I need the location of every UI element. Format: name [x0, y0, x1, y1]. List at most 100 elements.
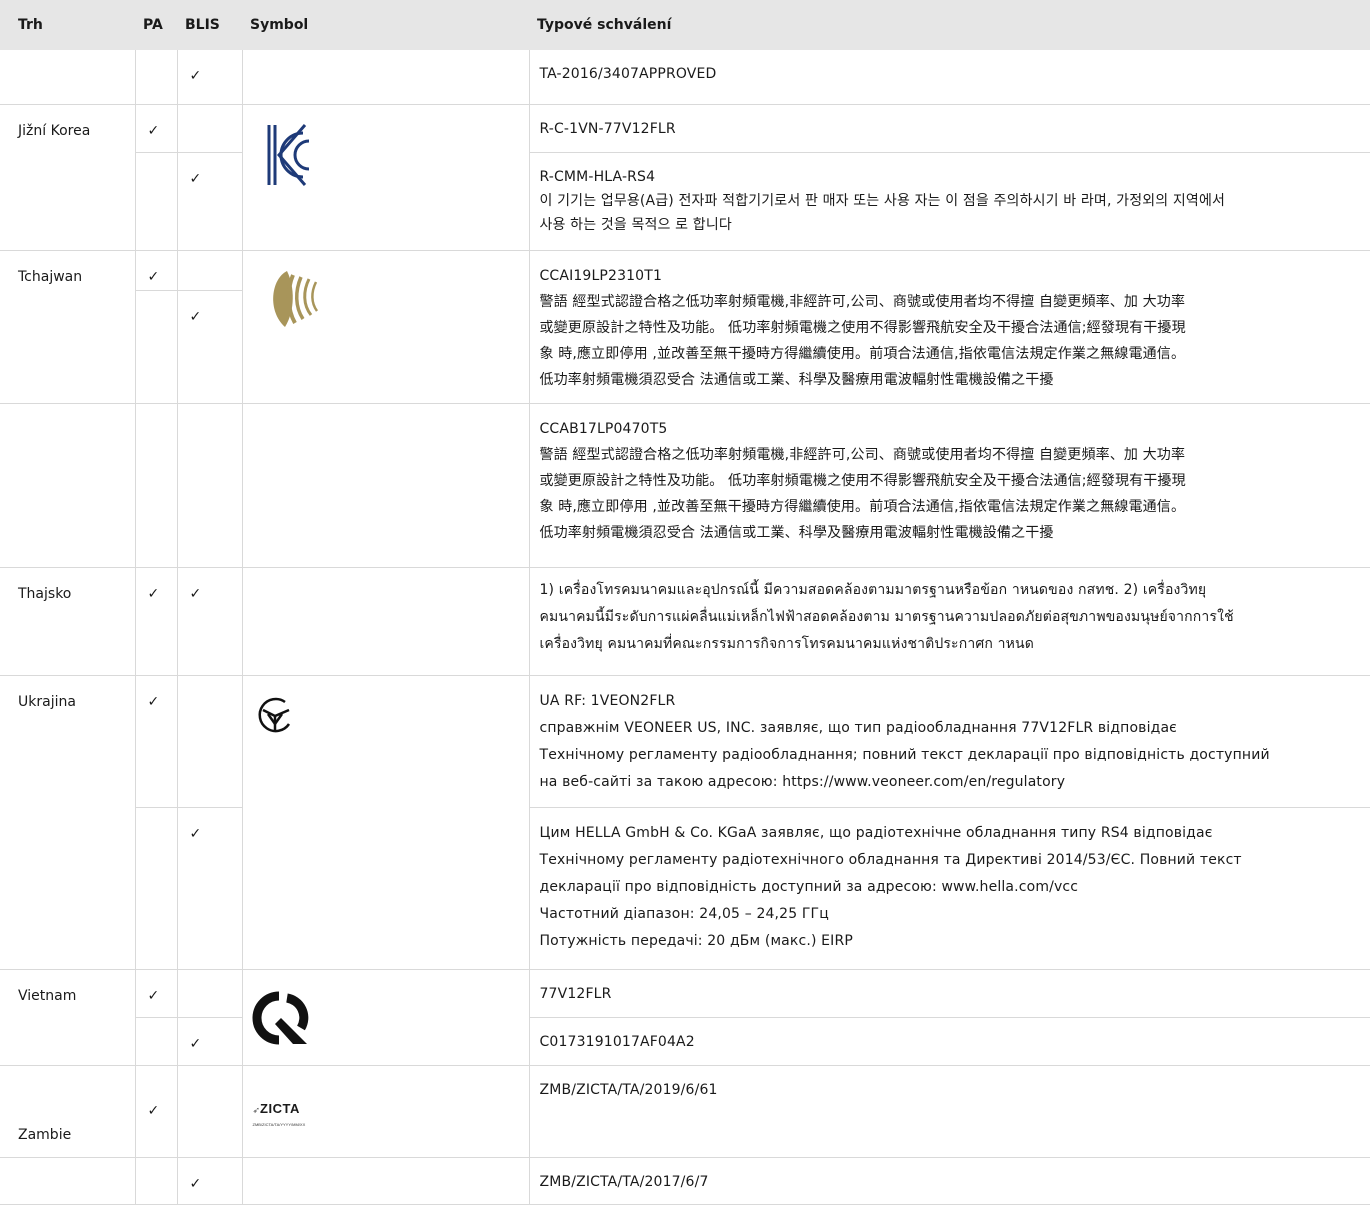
approval-text: 警語 經型式認證合格之低功率射頻電機,非經許可,公司、商號或使用者均不得擅 自變…	[539, 293, 1186, 310]
table-row: ✓ Цим HELLA GmbH & Co. KGaA заявляє, що …	[0, 806, 1370, 970]
approval-text: декларації про відповідність доступний з…	[539, 878, 1079, 895]
vietnam-cr-mark-icon	[252, 991, 308, 1044]
table-row: Jižní Korea ✓ R-C-1VN-77V12FLR	[0, 103, 1370, 251]
symbol-cell	[241, 566, 530, 676]
table-row: Tchajwan ✓ CCAI19LP2310T1 警語 經型式認證合格之低功率…	[0, 249, 1370, 404]
approval-number: CCAI19LP2310T1	[539, 267, 663, 284]
pa-cell	[134, 1156, 178, 1205]
pa-cell: ✓	[134, 103, 178, 153]
check-mark: ✓	[147, 1103, 160, 1119]
market-cell	[0, 1156, 136, 1205]
approval-text: 低功率射頻電機須忍受合 法通信或工業、科學及醫療用電波輻射性電機設備之干擾	[539, 524, 1054, 541]
approval-number: C0173191017AF04A2	[539, 1033, 695, 1050]
blis-cell	[176, 402, 243, 568]
header-symbol: Symbol	[242, 0, 529, 50]
approval-text: справжнім VEONEER US, INC. заявляє, що т…	[539, 719, 1178, 736]
zicta-logo-text: ZICTA	[260, 1100, 300, 1116]
blis-cell	[176, 103, 243, 153]
pa-cell: ✓	[134, 674, 178, 808]
market-cell: Thajsko	[0, 566, 136, 676]
approval-text: 或變更原設計之特性及功能。 低功率射頻電機之使用不得影響飛航安全及干擾合法通信;…	[539, 319, 1186, 336]
approval-cell: CCAB17LP0470T5 警語 經型式認證合格之低功率射頻電機,非經許可,公…	[528, 402, 1370, 568]
symbol-cell	[241, 674, 530, 970]
pa-cell	[135, 1016, 178, 1066]
pa-cell: ✓	[134, 249, 178, 292]
market-cell: Ukrajina	[0, 674, 136, 970]
blis-cell	[176, 674, 243, 808]
approval-cell: ZMB/ZICTA/TA/2017/6/7	[528, 1156, 1370, 1205]
blis-cell: ✓	[176, 566, 243, 676]
approval-number: 77V12FLR	[539, 985, 612, 1002]
pa-cell	[134, 50, 178, 105]
taiwan-ncc-mark-icon	[272, 270, 318, 327]
approval-cell: Цим HELLA GmbH & Co. KGaA заявляє, що ра…	[528, 806, 1370, 970]
approval-text: 사용 하는 것을 목적으 로 합니다	[539, 216, 732, 233]
pa-cell: ✓	[134, 968, 178, 1018]
market-cell: Tchajwan	[0, 249, 136, 404]
symbol-cell	[241, 103, 530, 251]
market-cell: Zambie	[0, 1064, 136, 1158]
market-label: Zambie	[18, 1126, 72, 1143]
approval-text: Частотний діапазон: 24,05 – 24,25 ГГц	[539, 905, 829, 922]
blis-cell	[176, 1064, 243, 1158]
symbol-cell	[241, 968, 530, 1066]
market-cell: Jižní Korea	[0, 103, 136, 251]
approval-number: UA RF: 1VEON2FLR	[539, 692, 676, 709]
approval-cell: 77V12FLR	[528, 968, 1370, 1018]
table-row: Vietnam ✓ 77V12FLR	[0, 968, 1370, 1066]
blis-cell: ✓	[176, 806, 243, 970]
table-row: Ukrajina ✓ UA RF: 1VEON2FLR справжнім VE…	[0, 674, 1370, 970]
zicta-logo: ➶ZICTA ZMB/ZICTA/TA/YYYY/MM/XX	[253, 1096, 306, 1127]
header-blis: BLIS	[177, 0, 242, 50]
header-approval: Typové schválení	[529, 0, 1370, 50]
market-cell	[0, 402, 136, 568]
table-header-row: Trh PA BLIS Symbol Typové schválení	[0, 0, 1370, 50]
kc-mark-icon	[267, 123, 309, 186]
pa-cell	[135, 290, 178, 404]
pa-cell	[134, 402, 178, 568]
approval-number: CCAB17LP0470T5	[539, 420, 668, 437]
symbol-cell	[241, 1156, 530, 1205]
approval-number: TA-2016/3407APPROVED	[539, 66, 717, 82]
symbol-cell	[241, 249, 530, 404]
table-row: ✓ ZMB/ZICTA/TA/2017/6/7	[0, 1156, 1370, 1205]
table-row: ✓ TA-2016/3407APPROVED	[0, 50, 1370, 105]
approval-cell: R-CMM-HLA-RS4 이 기기는 업무용(A급) 전자파 적합기기로서 판…	[528, 151, 1370, 251]
approval-text: 이 기기는 업무용(A급) 전자파 적합기기로서 판 매자 또는 사용 자는 이…	[539, 192, 1226, 209]
market-cell	[0, 50, 136, 105]
table-row: CCAB17LP0470T5 警語 經型式認證合格之低功率射頻電機,非經許可,公…	[0, 402, 1370, 568]
approval-text: Цим HELLA GmbH & Co. KGaA заявляє, що ра…	[539, 824, 1213, 841]
approval-text: 警語 經型式認證合格之低功率射頻電機,非經許可,公司、商號或使用者均不得擅 自變…	[539, 446, 1186, 463]
approval-number: R-CMM-HLA-RS4	[539, 168, 656, 185]
market-cell: Vietnam	[0, 968, 136, 1066]
approval-text: เครื่องวิทยุ คมนาคมที่คณะกรรมการกิจการโท…	[539, 635, 1034, 652]
blis-cell	[176, 968, 243, 1018]
approval-text: Технічному регламенту радіотехнічного об…	[539, 851, 1242, 868]
approval-text: 或變更原設計之特性及功能。 低功率射頻電機之使用不得影響飛航安全及干擾合法通信;…	[539, 472, 1186, 489]
approval-cell: R-C-1VN-77V12FLR	[528, 103, 1370, 153]
blis-cell: ✓	[176, 1156, 243, 1205]
blis-cell	[176, 249, 243, 292]
approval-text: 象 時,應立即停用 ,並改善至無干擾時方得繼續使用。前項合法通信,指依電信法規定…	[539, 345, 1186, 362]
approval-text: 象 時,應立即停用 ,並改善至無干擾時方得繼續使用。前項合法通信,指依電信法規定…	[539, 498, 1186, 515]
approval-text: คมนาคมนี้มีระดับการแผ่คลื่นแม่เหล็กไฟฟ้า…	[539, 608, 1234, 625]
blis-cell: ✓	[176, 151, 243, 251]
approval-number: ZMB/ZICTA/TA/2017/6/7	[539, 1173, 709, 1190]
blis-cell: ✓	[176, 290, 243, 404]
approval-cell: UA RF: 1VEON2FLR справжнім VEONEER US, I…	[528, 674, 1370, 808]
approval-text: 低功率射頻電機須忍受合 法通信或工業、科學及醫療用電波輻射性電機設備之干擾	[539, 371, 1054, 388]
approval-cell: C0173191017AF04A2	[528, 1016, 1370, 1066]
approval-number: ZMB/ZICTA/TA/2019/6/61	[539, 1081, 718, 1098]
table-row: ✓ R-CMM-HLA-RS4 이 기기는 업무용(A급) 전자파 적합기기로서…	[0, 151, 1370, 251]
pa-cell: ✓	[134, 566, 178, 676]
symbol-cell	[241, 402, 530, 568]
approval-text: Технічному регламенту радіообладнання; п…	[539, 746, 1270, 763]
blis-cell: ✓	[176, 50, 243, 105]
ukraine-conformity-mark-icon	[258, 697, 290, 732]
approval-cell: TA-2016/3407APPROVED	[528, 50, 1370, 105]
zicta-bird-icon: ➶	[252, 1104, 261, 1115]
pa-cell	[135, 151, 178, 251]
approval-number: R-C-1VN-77V12FLR	[539, 120, 676, 137]
table-row: Zambie ✓ ➶ZICTA ZMB/ZICTA/TA/YYYY/MM/XX …	[0, 1064, 1370, 1158]
header-market: Trh	[0, 0, 135, 50]
